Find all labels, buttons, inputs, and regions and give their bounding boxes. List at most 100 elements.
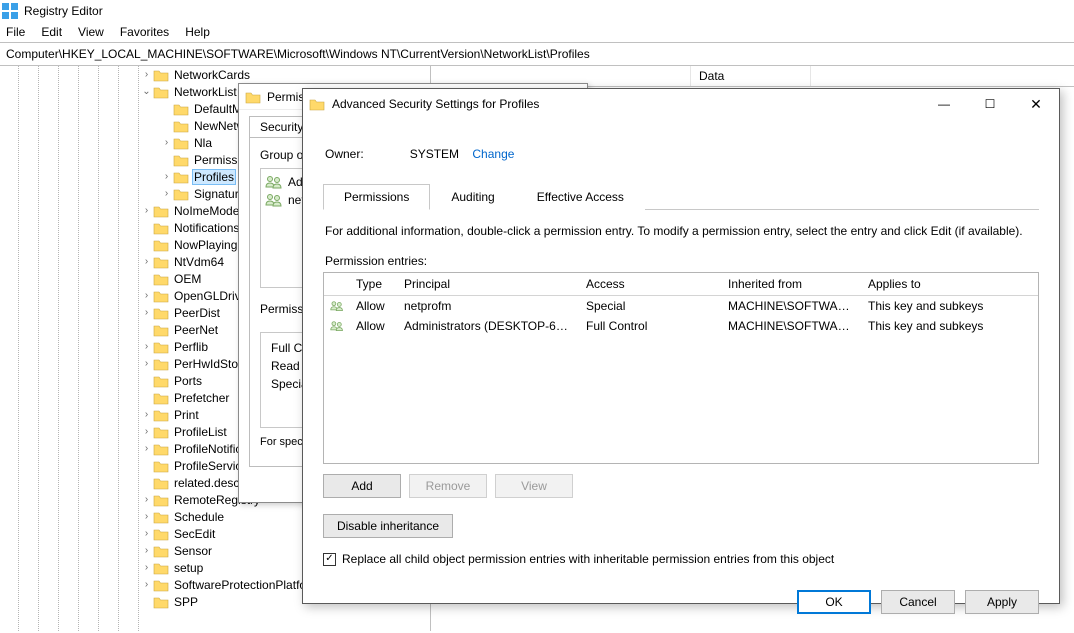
folder-icon — [153, 476, 169, 490]
chevron-right-icon[interactable]: › — [140, 358, 153, 369]
folder-icon — [153, 578, 169, 592]
users-icon — [330, 319, 344, 333]
folder-icon — [153, 425, 169, 439]
folder-icon — [153, 493, 169, 507]
table-row[interactable]: AllownetprofmSpecialMACHINE\SOFTWARE...T… — [324, 296, 1038, 316]
col-data[interactable]: Data — [691, 66, 811, 86]
permission-entries-table[interactable]: Type Principal Access Inherited from App… — [323, 272, 1039, 464]
add-button[interactable]: Add — [323, 474, 401, 498]
cancel-button[interactable]: Cancel — [881, 590, 955, 614]
folder-icon — [153, 85, 169, 99]
address-text: Computer\HKEY_LOCAL_MACHINE\SOFTWARE\Mic… — [6, 47, 590, 61]
tree-item-label: Notifications — [172, 221, 241, 235]
chevron-right-icon[interactable]: › — [160, 171, 173, 182]
tree-item[interactable]: ›NetworkCards — [0, 66, 430, 83]
chevron-right-icon[interactable]: › — [160, 137, 173, 148]
chevron-right-icon[interactable]: › — [140, 307, 153, 318]
chevron-right-icon[interactable]: › — [140, 290, 153, 301]
tab-auditing[interactable]: Auditing — [430, 184, 515, 210]
folder-icon — [153, 340, 169, 354]
chevron-right-icon[interactable]: › — [140, 205, 153, 216]
titlebar: Registry Editor — [0, 0, 1074, 22]
folder-icon — [153, 272, 169, 286]
chevron-right-icon[interactable]: › — [160, 188, 173, 199]
folder-icon — [173, 102, 189, 116]
tree-item-label: Schedule — [172, 510, 226, 524]
chevron-right-icon[interactable]: › — [140, 545, 153, 556]
tree-item-label: SecEdit — [172, 527, 217, 541]
apply-button[interactable]: Apply — [965, 590, 1039, 614]
col-type[interactable]: Type — [350, 273, 398, 295]
folder-icon — [153, 595, 169, 609]
tab-effective-access[interactable]: Effective Access — [516, 184, 645, 210]
folder-icon — [153, 408, 169, 422]
tree-item-label: PeerDist — [172, 306, 222, 320]
col-inherited[interactable]: Inherited from — [722, 273, 862, 295]
chevron-right-icon[interactable]: › — [140, 579, 153, 590]
tab-permissions[interactable]: Permissions — [323, 184, 430, 210]
folder-icon — [153, 391, 169, 405]
folder-icon — [153, 374, 169, 388]
close-button[interactable]: ✕ — [1013, 89, 1059, 119]
chevron-right-icon[interactable]: › — [140, 256, 153, 267]
disable-inheritance-button[interactable]: Disable inheritance — [323, 514, 453, 538]
chevron-right-icon[interactable]: › — [140, 494, 153, 505]
folder-icon — [153, 323, 169, 337]
maximize-button[interactable]: ☐ — [967, 89, 1013, 119]
address-bar[interactable]: Computer\HKEY_LOCAL_MACHINE\SOFTWARE\Mic… — [0, 42, 1074, 66]
tree-item-label: Profiles — [192, 169, 236, 185]
users-icon — [265, 175, 283, 189]
tree-item-label: Print — [172, 408, 201, 422]
folder-icon — [153, 221, 169, 235]
col-applies[interactable]: Applies to — [862, 273, 1038, 295]
col-principal[interactable]: Principal — [398, 273, 580, 295]
folder-icon — [153, 68, 169, 82]
adv-titlebar[interactable]: Advanced Security Settings for Profiles … — [303, 89, 1059, 119]
chevron-right-icon[interactable]: › — [140, 426, 153, 437]
folder-icon — [153, 289, 169, 303]
folder-icon — [173, 136, 189, 150]
remove-button: Remove — [409, 474, 487, 498]
col-access[interactable]: Access — [580, 273, 722, 295]
folder-icon — [153, 306, 169, 320]
folder-icon — [153, 238, 169, 252]
folder-icon — [153, 442, 169, 456]
folder-icon — [153, 527, 169, 541]
users-icon — [330, 299, 344, 313]
folder-icon — [153, 459, 169, 473]
table-row[interactable]: AllowAdministrators (DESKTOP-6RI...Full … — [324, 316, 1038, 336]
chevron-right-icon[interactable]: › — [140, 528, 153, 539]
tree-item-label: PeerNet — [172, 323, 220, 337]
tree-item-label: SoftwareProtectionPlatform — [172, 578, 322, 592]
chevron-right-icon[interactable]: › — [140, 409, 153, 420]
change-owner-link[interactable]: Change — [472, 147, 514, 161]
chevron-down-icon[interactable]: ⌄ — [140, 86, 153, 97]
replace-checkbox-label[interactable]: Replace all child object permission entr… — [342, 552, 834, 566]
tree-item-label: setup — [172, 561, 205, 575]
chevron-right-icon[interactable]: › — [140, 562, 153, 573]
chevron-right-icon[interactable]: › — [140, 69, 153, 80]
folder-icon — [245, 90, 261, 104]
minimize-button[interactable]: — — [921, 89, 967, 119]
users-icon — [265, 193, 283, 207]
folder-icon — [173, 119, 189, 133]
folder-icon — [309, 97, 325, 111]
replace-checkbox[interactable]: ✓ — [323, 553, 336, 566]
ok-button[interactable]: OK — [797, 590, 871, 614]
menu-help[interactable]: Help — [185, 25, 210, 39]
folder-icon — [173, 187, 189, 201]
folder-icon — [153, 357, 169, 371]
chevron-right-icon[interactable]: › — [140, 511, 153, 522]
menu-favorites[interactable]: Favorites — [120, 25, 169, 39]
menu-view[interactable]: View — [78, 25, 104, 39]
owner-label: Owner: — [325, 147, 364, 161]
tree-item-label: NetworkList — [172, 85, 239, 99]
info-text: For additional information, double-click… — [325, 224, 1037, 238]
tree-item-label: OEM — [172, 272, 203, 286]
chevron-right-icon[interactable]: › — [140, 341, 153, 352]
menu-edit[interactable]: Edit — [41, 25, 62, 39]
tree-item-label: Prefetcher — [172, 391, 231, 405]
chevron-right-icon[interactable]: › — [140, 443, 153, 454]
menu-file[interactable]: File — [6, 25, 25, 39]
owner-value: SYSTEM — [410, 147, 459, 161]
